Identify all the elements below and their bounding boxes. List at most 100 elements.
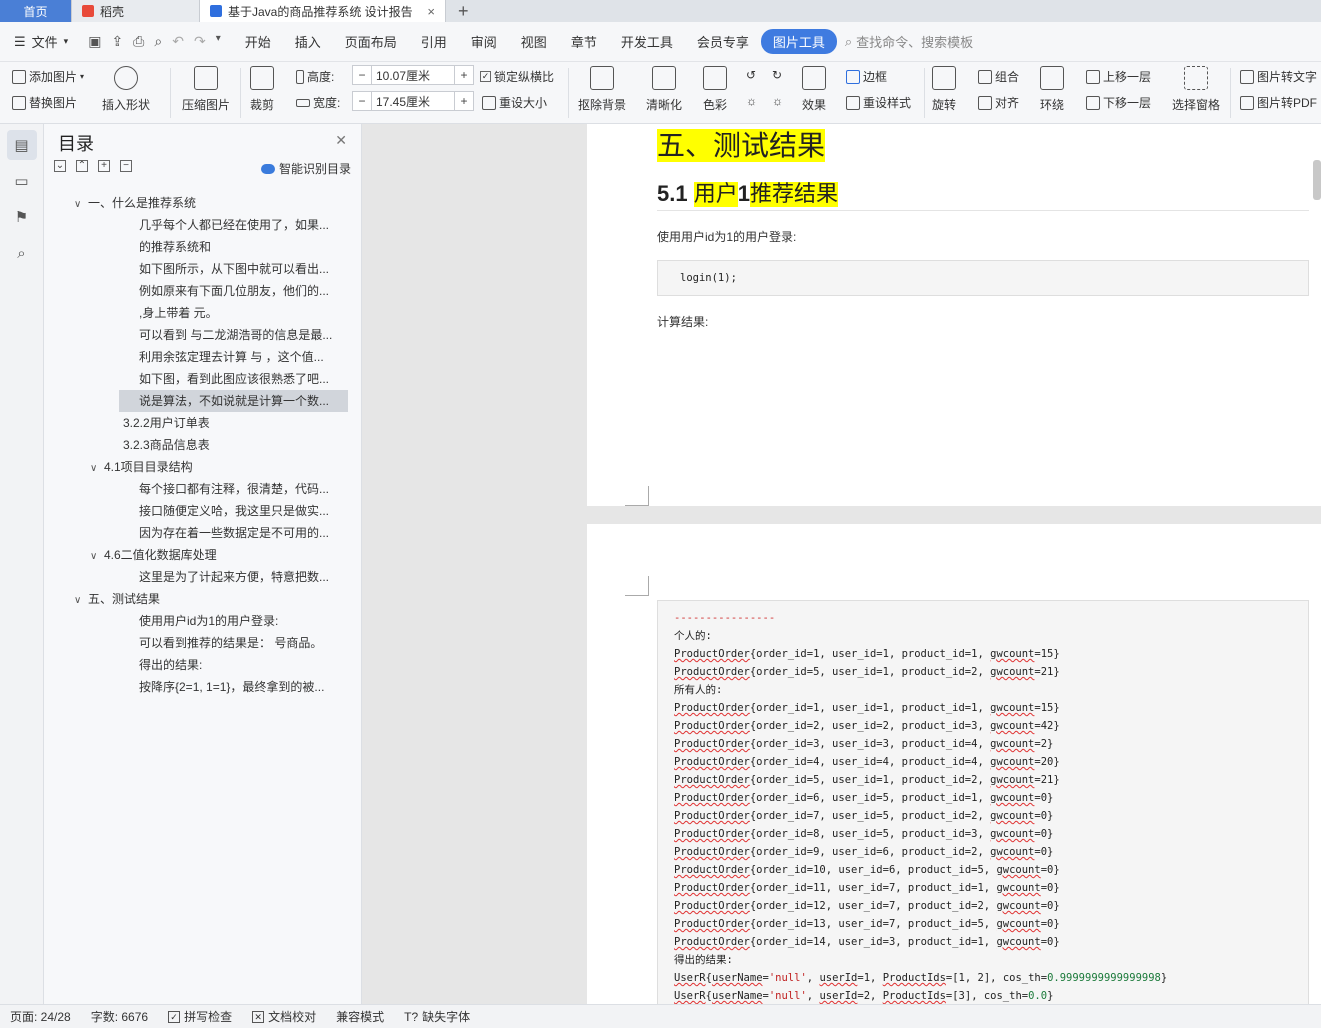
smart-detect-toc-button[interactable]: 智能识别目录 xyxy=(260,160,351,177)
tab-daoke[interactable]: 稻壳 xyxy=(72,0,200,22)
reset-size-button[interactable]: 重设大小 xyxy=(482,94,547,111)
height-increase-button[interactable]: + xyxy=(455,68,473,82)
scrollbar-thumb[interactable] xyxy=(1313,160,1321,200)
height-stepper[interactable]: − 10.07厘米 + xyxy=(352,65,474,85)
toc-item[interactable]: 3.2.3商品信息表 xyxy=(44,434,362,456)
align-button[interactable]: 对齐 xyxy=(978,94,1019,111)
remove-heading-icon[interactable]: − xyxy=(120,160,132,172)
rotate-left-icon[interactable]: ↺ xyxy=(746,68,756,82)
collapse-all-icon[interactable]: ⌃ xyxy=(76,160,88,172)
remove-background-button[interactable]: 抠除背景 xyxy=(578,66,626,113)
missing-font-button[interactable]: T? 缺失字体 xyxy=(394,1008,480,1025)
toc-item[interactable]: 如下图，看到此图应该很熟悉了吧... xyxy=(44,368,342,390)
file-menu[interactable]: ☰ 文件 ▾ xyxy=(0,32,76,51)
chevron-down-icon[interactable]: ∨ xyxy=(74,590,88,610)
toc-item[interactable]: 接口随便定义哈，我这里只是做实... xyxy=(44,500,342,522)
toc-item[interactable]: 每个接口都有注释，很清楚，代码... xyxy=(44,478,342,500)
height-input[interactable]: 10.07厘米 xyxy=(371,66,455,84)
menu-start[interactable]: 开始 xyxy=(233,32,283,51)
undo-icon[interactable]: ↶ xyxy=(172,33,184,50)
expand-all-icon[interactable]: ⌄ xyxy=(54,160,66,172)
toc-item[interactable]: ∨ 一、什么是推荐系统 xyxy=(44,192,362,214)
tab-document[interactable]: 基于Java的商品推荐系统 设计报告 × xyxy=(200,0,446,22)
insert-shape-button[interactable]: 插入形状 xyxy=(102,66,150,113)
toc-item[interactable]: 使用用户id为1的用户登录: xyxy=(44,610,342,632)
toc-item[interactable]: ∨ 4.6二值化数据库处理 xyxy=(44,544,362,566)
wrap-button[interactable]: 环绕 xyxy=(1040,66,1064,113)
search-icon[interactable]: ⌕ xyxy=(7,238,37,268)
word-count[interactable]: 字数: 6676 xyxy=(81,1008,158,1025)
toc-item[interactable]: 几乎每个人都已经在使用了，如果... xyxy=(44,214,342,236)
menu-picture-tools[interactable]: 图片工具 xyxy=(760,29,837,54)
redo-icon[interactable]: ↷ xyxy=(194,33,206,50)
chevron-down-icon[interactable]: ∨ xyxy=(74,194,88,214)
bookmark-icon[interactable]: ⚑ xyxy=(7,202,37,232)
close-tab-icon[interactable]: × xyxy=(427,4,435,19)
tab-home[interactable]: 首页 xyxy=(0,0,72,22)
toc-item[interactable]: 3.2.2用户订单表 xyxy=(44,412,362,434)
toc-item[interactable]: 的推荐系统和 xyxy=(44,236,342,258)
replace-image-button[interactable]: 替换图片 xyxy=(12,94,77,111)
reset-style-button[interactable]: 重设样式 xyxy=(846,94,911,111)
bring-forward-button[interactable]: 上移一层 xyxy=(1086,68,1151,85)
menu-view[interactable]: 视图 xyxy=(509,32,559,51)
width-stepper[interactable]: − 17.45厘米 + xyxy=(352,91,474,111)
proofread-button[interactable]: ✕ 文档校对 xyxy=(242,1008,326,1025)
toc-item[interactable]: 说是算法，不如说就是计算一个数... xyxy=(119,390,348,412)
menu-layout[interactable]: 页面布局 xyxy=(333,32,409,51)
customize-icon[interactable]: ▾ xyxy=(216,33,221,50)
page-indicator[interactable]: 页面: 24/28 xyxy=(0,1008,81,1025)
width-input[interactable]: 17.45厘米 xyxy=(371,92,455,110)
toc-item[interactable]: 这里是为了计起来方便，特意把数... xyxy=(44,566,342,588)
color-button[interactable]: 色彩 xyxy=(703,66,727,113)
width-decrease-button[interactable]: − xyxy=(353,94,371,108)
document-area[interactable]: 五、测试结果 5.1 用户1推荐结果 使用用户id为1的用户登录: login(… xyxy=(362,124,1321,1004)
toc-panel-icon[interactable]: ▤ xyxy=(6,130,37,160)
add-image-button[interactable]: 添加图片 ▾ xyxy=(12,68,84,85)
compress-image-button[interactable]: 压缩图片 xyxy=(182,66,230,113)
spell-check-button[interactable]: ✓ 拼写检查 xyxy=(158,1008,242,1025)
toc-item[interactable]: 按降序{2=1, 1=1}，最终拿到的被... xyxy=(44,676,342,698)
sharpen-button[interactable]: 清晰化 xyxy=(646,66,682,113)
crop-button[interactable]: 裁剪 xyxy=(250,66,274,113)
new-tab-button[interactable]: + xyxy=(446,0,481,22)
toc-item[interactable]: 例如原来有下面几位朋友，他们的... xyxy=(44,280,342,302)
selection-pane-button[interactable]: 选择窗格 xyxy=(1172,66,1220,113)
rotate-button[interactable]: 旋转 xyxy=(932,66,956,113)
border-button[interactable]: 边框 xyxy=(846,68,887,85)
toc-item[interactable]: ∨ 五、测试结果 xyxy=(44,588,362,610)
menu-review[interactable]: 审阅 xyxy=(459,32,509,51)
rotate-right-icon[interactable]: ↻ xyxy=(772,68,782,82)
menu-references[interactable]: 引用 xyxy=(409,32,459,51)
menu-insert[interactable]: 插入 xyxy=(283,32,333,51)
toc-item[interactable]: 可以看到 与二龙湖浩哥的信息是最... xyxy=(44,324,342,346)
height-decrease-button[interactable]: − xyxy=(353,68,371,82)
chevron-down-icon[interactable]: ∨ xyxy=(90,458,104,478)
toc-item[interactable]: 因为存在着一些数据定是不可用的... xyxy=(44,522,342,544)
export-icon[interactable]: ⇪ xyxy=(111,33,123,50)
compat-mode[interactable]: 兼容模式 xyxy=(326,1008,394,1025)
image-to-pdf-button[interactable]: 图片转PDF xyxy=(1240,94,1317,111)
brightness-up-icon[interactable]: ☼ xyxy=(746,94,757,108)
brightness-down-icon[interactable]: ☼ xyxy=(772,94,783,108)
menu-developer[interactable]: 开发工具 xyxy=(609,32,685,51)
print-icon[interactable]: ⎙ xyxy=(133,33,144,50)
toc-item[interactable]: 利用余弦定理去计算 与 ，这个值... xyxy=(44,346,342,368)
add-heading-icon[interactable]: + xyxy=(98,160,110,172)
lock-ratio-checkbox[interactable]: ✓ 锁定纵横比 xyxy=(480,68,554,85)
toc-item[interactable]: 如下图所示，从下图中就可以看出... xyxy=(44,258,342,280)
navigation-icon[interactable]: ▭ xyxy=(7,166,37,196)
command-search[interactable]: ⌕ 查找命令、搜索模板 xyxy=(845,32,973,51)
close-icon[interactable]: ✕ xyxy=(335,132,347,149)
toc-item[interactable]: ,身上带着 元。 xyxy=(44,302,342,324)
width-increase-button[interactable]: + xyxy=(455,94,473,108)
toc-item[interactable]: 可以看到推荐的结果是： 号商品。 xyxy=(44,632,342,654)
toc-item[interactable]: 得出的结果: xyxy=(44,654,342,676)
print-preview-icon[interactable]: ⌕ xyxy=(154,33,162,50)
save-icon[interactable]: ▣ xyxy=(88,33,101,50)
send-backward-button[interactable]: 下移一层 xyxy=(1086,94,1151,111)
group-button[interactable]: 组合 xyxy=(978,68,1019,85)
toc-item[interactable]: ∨ 4.1项目目录结构 xyxy=(44,456,362,478)
menu-chapter[interactable]: 章节 xyxy=(559,32,609,51)
effects-button[interactable]: 效果 xyxy=(802,66,826,113)
